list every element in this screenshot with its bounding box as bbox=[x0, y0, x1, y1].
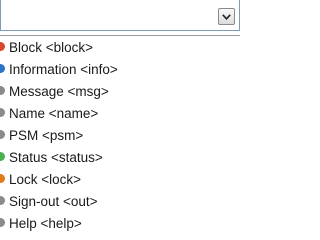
status-dot-icon bbox=[0, 130, 5, 139]
list-item-name[interactable]: Name <name> bbox=[0, 102, 240, 124]
status-dot-icon bbox=[0, 42, 5, 51]
list-item-label: Sign-out <out> bbox=[9, 193, 98, 209]
list-item-lock[interactable]: Lock <lock> bbox=[0, 168, 240, 190]
command-combobox[interactable] bbox=[0, 0, 240, 31]
status-dot-icon bbox=[0, 196, 5, 205]
list-item-message[interactable]: Message <msg> bbox=[0, 80, 240, 102]
list-item-information[interactable]: Information <info> bbox=[0, 58, 240, 80]
list-item-label: Message <msg> bbox=[9, 83, 109, 99]
list-item-label: PSM <psm> bbox=[9, 127, 84, 143]
command-dropdown-list: Block <block> Information <info> Message… bbox=[0, 35, 240, 240]
list-item-label: Block <block> bbox=[9, 39, 94, 55]
command-picker: Block <block> Information <info> Message… bbox=[0, 0, 240, 240]
list-item-help[interactable]: Help <help> bbox=[0, 212, 240, 234]
chevron-down-icon bbox=[222, 13, 231, 20]
list-item-sign-out[interactable]: Sign-out <out> bbox=[0, 190, 240, 212]
list-item-label: Lock <lock> bbox=[9, 171, 82, 187]
status-dot-icon bbox=[0, 218, 5, 227]
status-dot-icon bbox=[0, 174, 5, 183]
list-item-label: Information <info> bbox=[9, 61, 118, 77]
list-item-psm[interactable]: PSM <psm> bbox=[0, 124, 240, 146]
list-item-label: Help <help> bbox=[9, 215, 82, 231]
list-item-label: Status <status> bbox=[9, 149, 103, 165]
status-dot-icon bbox=[0, 108, 5, 117]
status-dot-icon bbox=[0, 64, 5, 73]
status-dot-icon bbox=[0, 86, 5, 95]
list-item-label: Name <name> bbox=[9, 105, 99, 121]
dropdown-toggle-button[interactable] bbox=[218, 8, 235, 25]
list-item-status[interactable]: Status <status> bbox=[0, 146, 240, 168]
list-item-block[interactable]: Block <block> bbox=[0, 36, 240, 58]
status-dot-icon bbox=[0, 152, 5, 161]
